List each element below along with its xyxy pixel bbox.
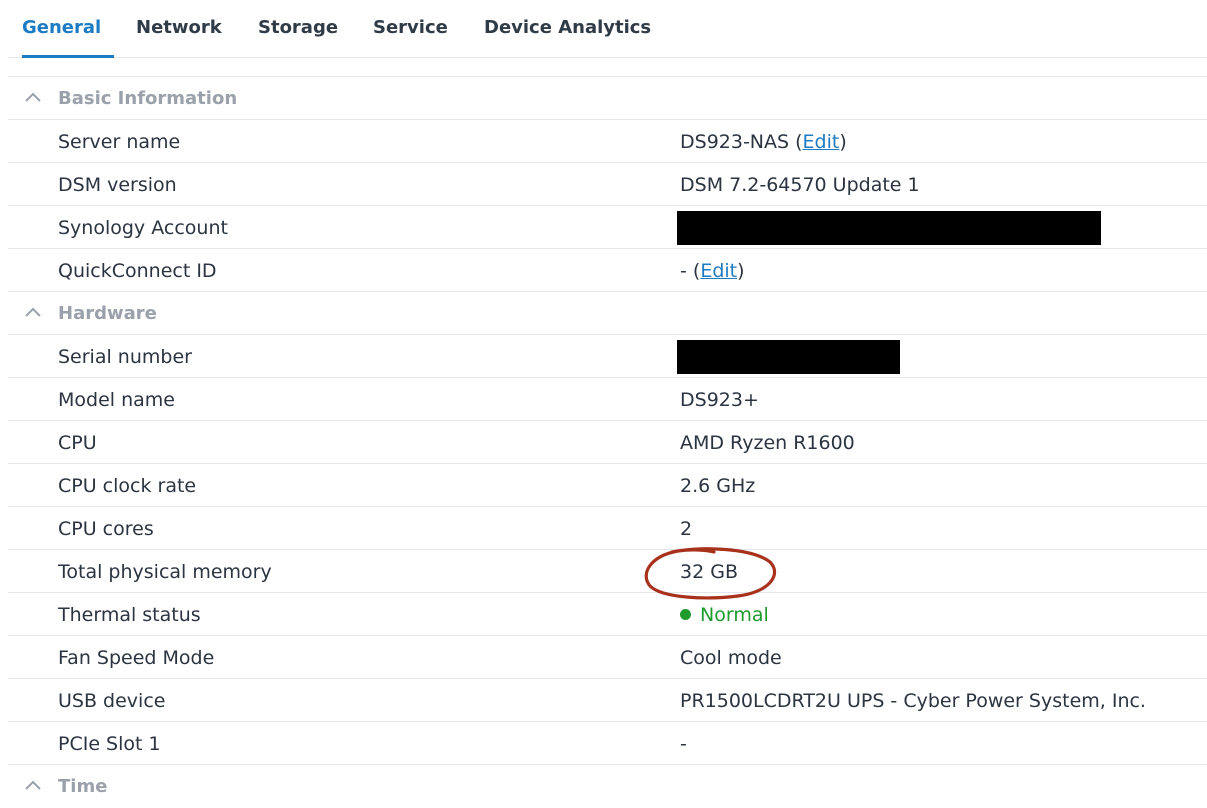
tab-general[interactable]: General: [22, 17, 101, 38]
row-model-name: Model name DS923+: [8, 378, 1207, 421]
row-thermal-status: Thermal status Normal: [8, 593, 1207, 636]
row-label: PCIe Slot 1: [58, 733, 161, 755]
row-label: Synology Account: [58, 217, 228, 239]
row-label: CPU: [58, 432, 97, 454]
chevron-up-icon[interactable]: [24, 305, 42, 319]
section-basic-information[interactable]: Basic Information: [8, 77, 1207, 120]
row-label: Thermal status: [58, 604, 201, 626]
chevron-up-icon[interactable]: [24, 778, 42, 792]
row-usb-device: USB device PR1500LCDRT2U UPS - Cyber Pow…: [8, 679, 1207, 722]
redacted-serial-value: [677, 340, 900, 374]
edit-server-name-link[interactable]: Edit: [803, 131, 840, 153]
section-title: Hardware: [58, 303, 157, 324]
fan-speed-value: Cool mode: [680, 647, 782, 669]
row-server-name: Server name DS923-NAS (Edit): [8, 120, 1207, 163]
row-label: CPU clock rate: [58, 475, 197, 497]
row-cpu: CPU AMD Ryzen R1600: [8, 421, 1207, 464]
row-label: CPU cores: [58, 518, 154, 540]
redacted-account-value: [677, 211, 1101, 245]
cpu-clock-value: 2.6 GHz: [680, 475, 756, 497]
server-name-text: DS923-NAS: [680, 131, 790, 153]
row-pcie-slot-1: PCIe Slot 1 -: [8, 722, 1207, 765]
cpu-cores-value: 2: [680, 518, 693, 540]
row-label: USB device: [58, 690, 166, 712]
info-table: Basic Information Server name DS923-NAS …: [8, 76, 1207, 808]
row-dsm-version: DSM version DSM 7.2-64570 Update 1: [8, 163, 1207, 206]
thermal-status-value: Normal: [680, 604, 769, 626]
row-label: Serial number: [58, 346, 192, 368]
dsm-version-value: DSM 7.2-64570 Update 1: [680, 174, 920, 196]
tab-bar: General Network Storage Service Device A…: [8, 0, 1207, 58]
tab-network[interactable]: Network: [136, 17, 222, 38]
cpu-value: AMD Ryzen R1600: [680, 432, 855, 454]
tab-device-analytics[interactable]: Device Analytics: [484, 17, 651, 38]
row-serial-number: Serial number: [8, 335, 1207, 378]
row-label: Fan Speed Mode: [58, 647, 215, 669]
row-quickconnect-id: QuickConnect ID - (Edit): [8, 249, 1207, 292]
quickconnect-text: -: [680, 260, 687, 282]
active-tab-indicator: [22, 55, 114, 58]
row-label: Total physical memory: [58, 561, 272, 583]
tab-storage[interactable]: Storage: [258, 17, 338, 38]
section-hardware[interactable]: Hardware: [8, 292, 1207, 335]
edit-quickconnect-link[interactable]: Edit: [700, 260, 737, 282]
chevron-up-icon[interactable]: [24, 90, 42, 104]
row-label: DSM version: [58, 174, 177, 196]
model-name-value: DS923+: [680, 389, 759, 411]
section-title: Time: [58, 776, 108, 797]
quickconnect-value: - (Edit): [680, 260, 745, 282]
thermal-status-text: Normal: [700, 604, 769, 626]
server-name-value: DS923-NAS (Edit): [680, 131, 847, 153]
memory-value: 32 GB: [680, 561, 738, 583]
pcie-slot-value: -: [680, 733, 687, 755]
row-cpu-cores: CPU cores 2: [8, 507, 1207, 550]
row-fan-speed-mode: Fan Speed Mode Cool mode: [8, 636, 1207, 679]
section-title: Basic Information: [58, 88, 238, 109]
tab-service[interactable]: Service: [373, 17, 448, 38]
row-label: Server name: [58, 131, 181, 153]
row-label: QuickConnect ID: [58, 260, 217, 282]
row-cpu-clock-rate: CPU clock rate 2.6 GHz: [8, 464, 1207, 507]
status-dot-icon: [680, 609, 691, 620]
row-label: Model name: [58, 389, 175, 411]
row-synology-account: Synology Account: [8, 206, 1207, 249]
row-total-physical-memory: Total physical memory 32 GB: [8, 550, 1207, 593]
usb-device-value: PR1500LCDRT2U UPS - Cyber Power System, …: [680, 690, 1146, 712]
